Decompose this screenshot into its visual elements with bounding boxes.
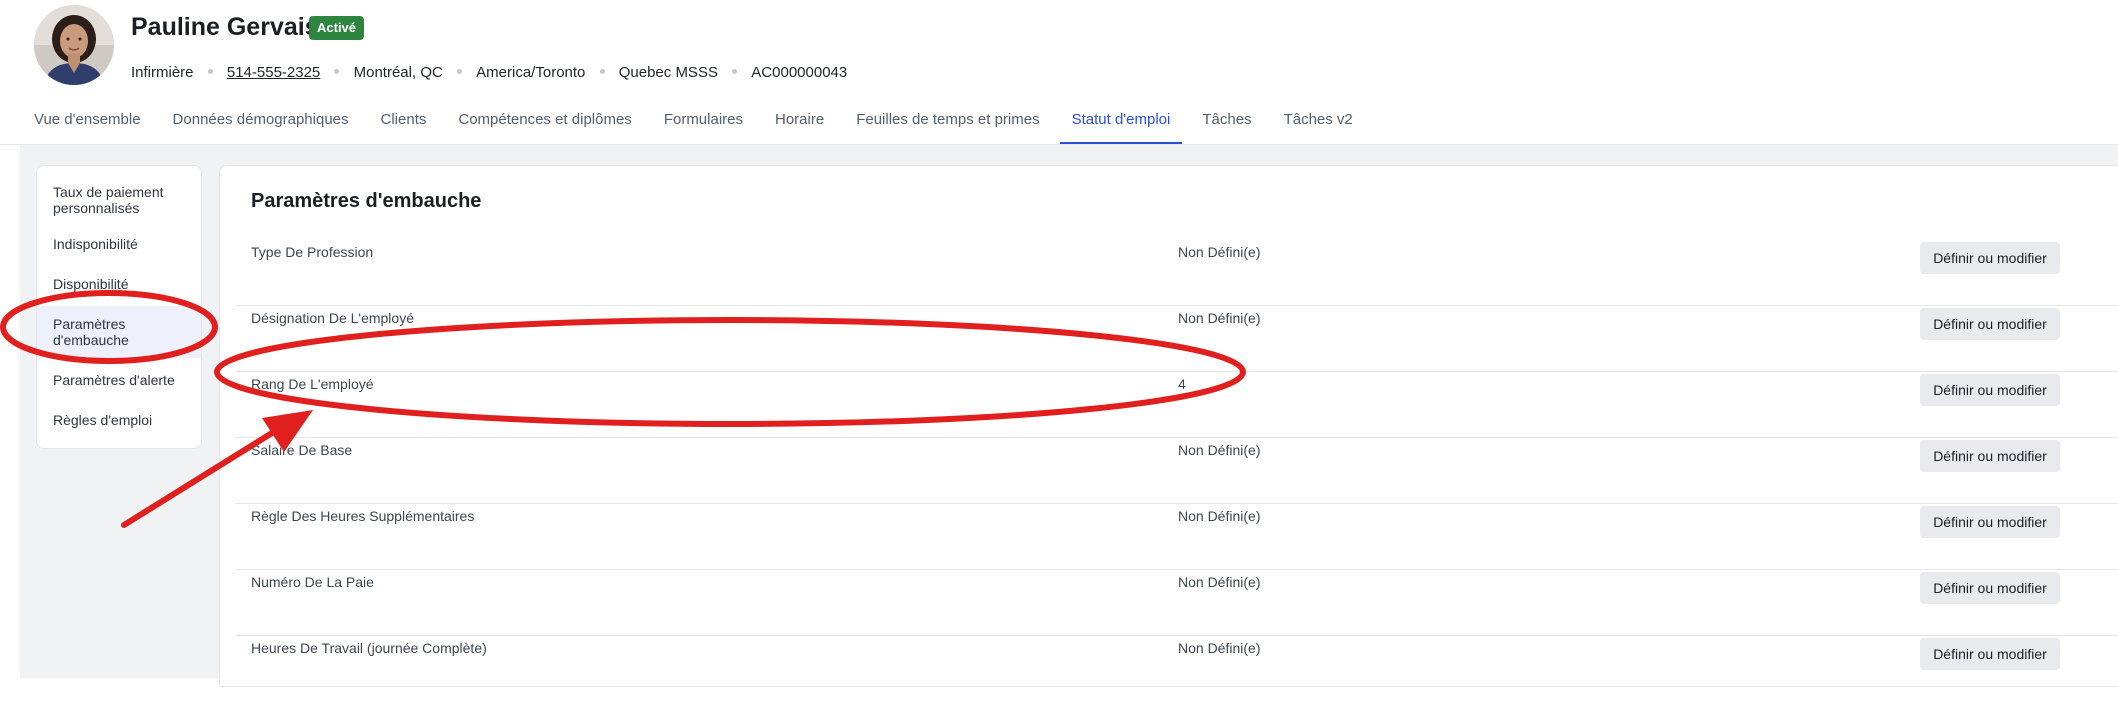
section-title: Paramètres d'embauche — [251, 190, 482, 212]
avatar[interactable] — [34, 5, 114, 85]
tab-formulaires[interactable]: Formulaires — [652, 104, 755, 142]
field-label: Désignation De L'employé — [251, 310, 414, 326]
settings-row-heures-supplementaires: Règle Des Heures Supplémentaires Non Déf… — [235, 504, 2118, 570]
hiring-settings-panel: Paramètres d'embauche Type De Profession… — [219, 165, 2118, 687]
sidebar-item-label: Paramètres d'alerte — [53, 372, 175, 388]
tab-taches[interactable]: Tâches — [1190, 104, 1263, 142]
settings-row-designation: Désignation De L'employé Non Défini(e) D… — [235, 306, 2118, 372]
sidebar-item-parametres-alerte[interactable]: Paramètres d'alerte — [37, 372, 201, 388]
settings-row-numero-paie: Numéro De La Paie Non Défini(e) Définir … — [235, 570, 2118, 636]
field-value: Non Défini(e) — [1178, 640, 1261, 656]
profile-organization: Quebec MSSS — [618, 63, 718, 81]
separator-dot — [732, 68, 738, 74]
separator-dot — [457, 68, 462, 74]
field-value: Non Défini(e) — [1178, 310, 1261, 326]
profile-name: Pauline Gervais — [131, 13, 319, 41]
define-or-edit-button[interactable]: Définir ou modifier — [1920, 506, 2060, 538]
field-label: Règle Des Heures Supplémentaires — [251, 508, 475, 524]
sidebar-item-taux-paiement[interactable]: Taux de paiement personnalisés — [37, 184, 201, 216]
sidebar-item-parametres-embauche[interactable]: Paramètres d'embauche — [37, 306, 201, 358]
tab-feuilles-de-temps[interactable]: Feuilles de temps et primes — [844, 104, 1051, 142]
define-or-edit-button[interactable]: Définir ou modifier — [1920, 242, 2060, 274]
settings-row-type-profession: Type De Profession Non Défini(e) Définir… — [235, 240, 2118, 306]
field-value: Non Défini(e) — [1178, 244, 1261, 260]
separator-dot — [207, 68, 213, 74]
define-or-edit-button[interactable]: Définir ou modifier — [1920, 440, 2060, 472]
field-label: Salaire De Base — [251, 442, 353, 458]
profile-account-id: AC000000043 — [751, 63, 848, 81]
tab-statut-emploi[interactable]: Statut d'emploi — [1059, 104, 1183, 144]
tab-taches-v2[interactable]: Tâches v2 — [1272, 104, 1365, 142]
profile-tabs: Vue d'ensemble Données démographiques Cl… — [22, 104, 1373, 144]
settings-row-heures-travail: Heures De Travail (journée Complète) Non… — [235, 636, 2118, 702]
settings-sidebar: Taux de paiement personnalisés Indisponi… — [36, 165, 202, 449]
sidebar-item-regles-emploi[interactable]: Règles d'emploi — [37, 412, 201, 428]
sidebar-item-label: Règles d'emploi — [53, 412, 153, 428]
profile-meta: Infirmière 514-555-2325 Montréal, QC Ame… — [131, 63, 847, 81]
sidebar-item-label: Indisponibilité — [53, 236, 138, 252]
content-area: Taux de paiement personnalisés Indisponi… — [0, 145, 2118, 687]
separator-dot — [599, 68, 605, 74]
status-badge: Activé — [309, 16, 365, 40]
profile-location: Montréal, QC — [353, 63, 443, 81]
sidebar-item-label: Taux de paiement personnalisés — [53, 184, 164, 216]
field-value: Non Défini(e) — [1178, 508, 1261, 524]
field-value: Non Défini(e) — [1178, 442, 1261, 458]
define-or-edit-button[interactable]: Définir ou modifier — [1920, 572, 2060, 604]
field-value: Non Défini(e) — [1178, 574, 1261, 590]
field-label: Type De Profession — [251, 244, 374, 260]
field-label: Rang De L'employé — [251, 376, 374, 392]
field-value: 4 — [1178, 376, 1186, 392]
separator-dot — [334, 68, 340, 74]
profile-role: Infirmière — [131, 63, 194, 81]
settings-row-rang: Rang De L'employé 4 Définir ou modifier — [235, 372, 2118, 438]
profile-header: Pauline Gervais Activé Infirmière 514-55… — [0, 0, 2118, 146]
define-or-edit-button[interactable]: Définir ou modifier — [1920, 638, 2060, 670]
define-or-edit-button[interactable]: Définir ou modifier — [1920, 308, 2060, 340]
tab-horaire[interactable]: Horaire — [763, 104, 836, 142]
tab-competences-diplomes[interactable]: Compétences et diplômes — [446, 104, 643, 142]
field-label: Heures De Travail (journée Complète) — [251, 640, 487, 656]
define-or-edit-button[interactable]: Définir ou modifier — [1920, 374, 2060, 406]
sidebar-item-indisponibilite[interactable]: Indisponibilité — [37, 236, 201, 252]
sidebar-item-disponibilite[interactable]: Disponibilité — [37, 276, 201, 292]
sidebar-item-label: Disponibilité — [53, 276, 129, 292]
sidebar-item-label: Paramètres d'embauche — [53, 316, 129, 348]
profile-timezone: America/Toronto — [476, 63, 586, 81]
profile-phone-link[interactable]: 514-555-2325 — [227, 64, 320, 81]
settings-row-salaire-base: Salaire De Base Non Défini(e) Définir ou… — [235, 438, 2118, 504]
field-label: Numéro De La Paie — [251, 574, 374, 590]
tab-donnees-demographiques[interactable]: Données démographiques — [161, 104, 361, 142]
tab-clients[interactable]: Clients — [369, 104, 439, 142]
tab-vue-ensemble[interactable]: Vue d'ensemble — [22, 104, 153, 142]
